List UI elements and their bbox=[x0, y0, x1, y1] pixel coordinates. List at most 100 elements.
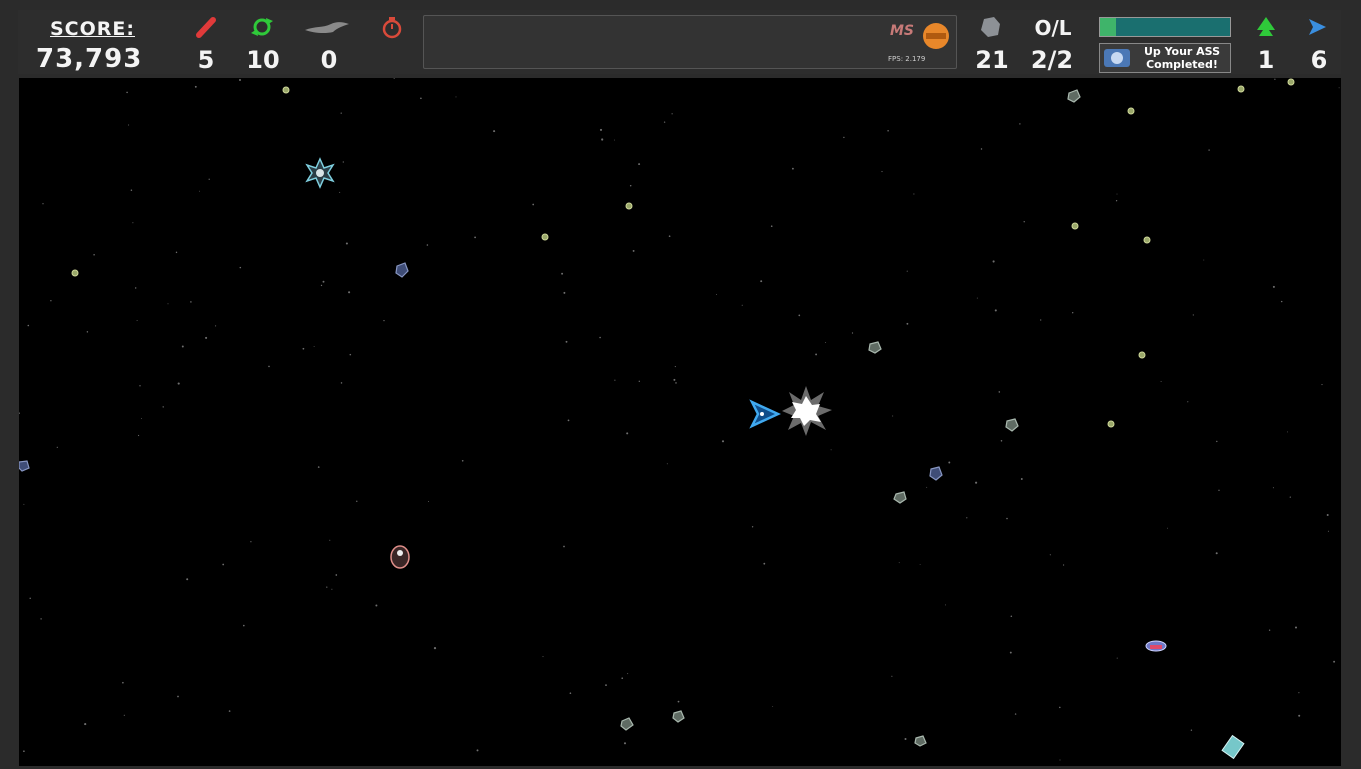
star bbox=[250, 541, 252, 543]
star bbox=[599, 128, 603, 131]
star bbox=[904, 737, 907, 741]
star bbox=[331, 588, 333, 590]
star bbox=[1167, 527, 1168, 529]
star bbox=[326, 586, 328, 588]
star bbox=[123, 714, 125, 716]
star bbox=[563, 545, 565, 548]
star bbox=[675, 382, 677, 384]
star bbox=[302, 347, 305, 350]
score-label: SCORE: bbox=[50, 18, 135, 40]
o-l-value: 2/2 bbox=[1030, 46, 1074, 74]
ship-icon bbox=[1309, 19, 1326, 35]
star bbox=[621, 677, 624, 680]
star bbox=[239, 79, 241, 81]
blue-asteroids bbox=[19, 262, 943, 481]
star bbox=[542, 656, 544, 658]
star bbox=[1280, 300, 1283, 303]
star bbox=[830, 449, 832, 451]
star bbox=[208, 178, 210, 180]
star bbox=[50, 300, 52, 302]
space-playfield[interactable] bbox=[19, 78, 1341, 766]
star bbox=[342, 161, 344, 163]
star bbox=[1338, 87, 1340, 89]
star bbox=[313, 345, 315, 347]
star bbox=[317, 466, 320, 468]
star bbox=[340, 112, 342, 114]
star bbox=[1063, 564, 1065, 566]
star bbox=[666, 463, 668, 465]
explosion bbox=[782, 386, 832, 436]
rock bbox=[1237, 85, 1245, 93]
star bbox=[222, 563, 225, 566]
hud-bar: SCORE: 73,793 5 10 0 MS FPS: 2.179 21 O/… bbox=[18, 10, 1341, 74]
star bbox=[601, 138, 604, 141]
star bbox=[1215, 552, 1218, 555]
star bbox=[139, 385, 141, 387]
star bbox=[919, 564, 921, 566]
star bbox=[898, 562, 900, 564]
star bbox=[27, 324, 30, 327]
bug-enemy bbox=[390, 545, 410, 569]
star bbox=[375, 604, 378, 607]
star bbox=[906, 322, 909, 325]
rock bbox=[1127, 107, 1135, 115]
star bbox=[1040, 319, 1042, 321]
asteroid bbox=[19, 460, 30, 472]
star bbox=[383, 319, 385, 322]
asteroid bbox=[395, 262, 409, 278]
star bbox=[1049, 554, 1051, 556]
star bbox=[976, 297, 978, 299]
small-rocks bbox=[71, 78, 1295, 428]
star bbox=[1020, 478, 1023, 480]
tree-count: 1 bbox=[1257, 46, 1275, 74]
star bbox=[167, 303, 169, 305]
star bbox=[19, 412, 20, 414]
star bbox=[1272, 285, 1275, 288]
missile-icon bbox=[196, 17, 216, 38]
level-progress-bar bbox=[1099, 17, 1231, 37]
star bbox=[181, 345, 184, 348]
star bbox=[613, 139, 615, 141]
star bbox=[194, 85, 197, 88]
star bbox=[349, 353, 352, 356]
star bbox=[23, 503, 25, 505]
star bbox=[1216, 440, 1218, 443]
missile-count: 5 bbox=[197, 46, 215, 74]
star bbox=[1115, 200, 1118, 202]
starfield bbox=[19, 78, 1340, 761]
star bbox=[426, 244, 429, 246]
tree-icon bbox=[1257, 17, 1275, 36]
star bbox=[132, 222, 134, 224]
star bbox=[84, 723, 87, 726]
star bbox=[162, 406, 164, 408]
star bbox=[1192, 314, 1194, 316]
star bbox=[393, 78, 395, 79]
star bbox=[1203, 259, 1205, 261]
star bbox=[792, 167, 794, 170]
star bbox=[966, 517, 968, 519]
star bbox=[948, 461, 951, 464]
asteroid bbox=[929, 466, 943, 481]
star bbox=[626, 432, 629, 435]
ships-count: 6 bbox=[1310, 46, 1328, 74]
star bbox=[1272, 487, 1274, 489]
star bbox=[228, 710, 231, 712]
star bbox=[673, 378, 676, 381]
star bbox=[433, 647, 437, 650]
asteroid bbox=[868, 341, 882, 354]
star bbox=[1059, 706, 1061, 709]
star bbox=[122, 681, 124, 684]
star bbox=[190, 301, 192, 303]
level-progress-fill bbox=[1100, 18, 1116, 36]
star bbox=[851, 332, 854, 334]
rock bbox=[71, 269, 79, 277]
rock bbox=[541, 233, 549, 241]
star bbox=[663, 121, 666, 123]
star bbox=[56, 446, 58, 448]
star bbox=[1326, 514, 1329, 516]
spiky-enemy bbox=[305, 157, 335, 189]
star bbox=[128, 124, 130, 126]
achievement-title: Up Your ASS bbox=[1143, 45, 1221, 58]
star bbox=[1059, 759, 1061, 761]
status-panel: MS FPS: 2.179 bbox=[423, 15, 957, 69]
